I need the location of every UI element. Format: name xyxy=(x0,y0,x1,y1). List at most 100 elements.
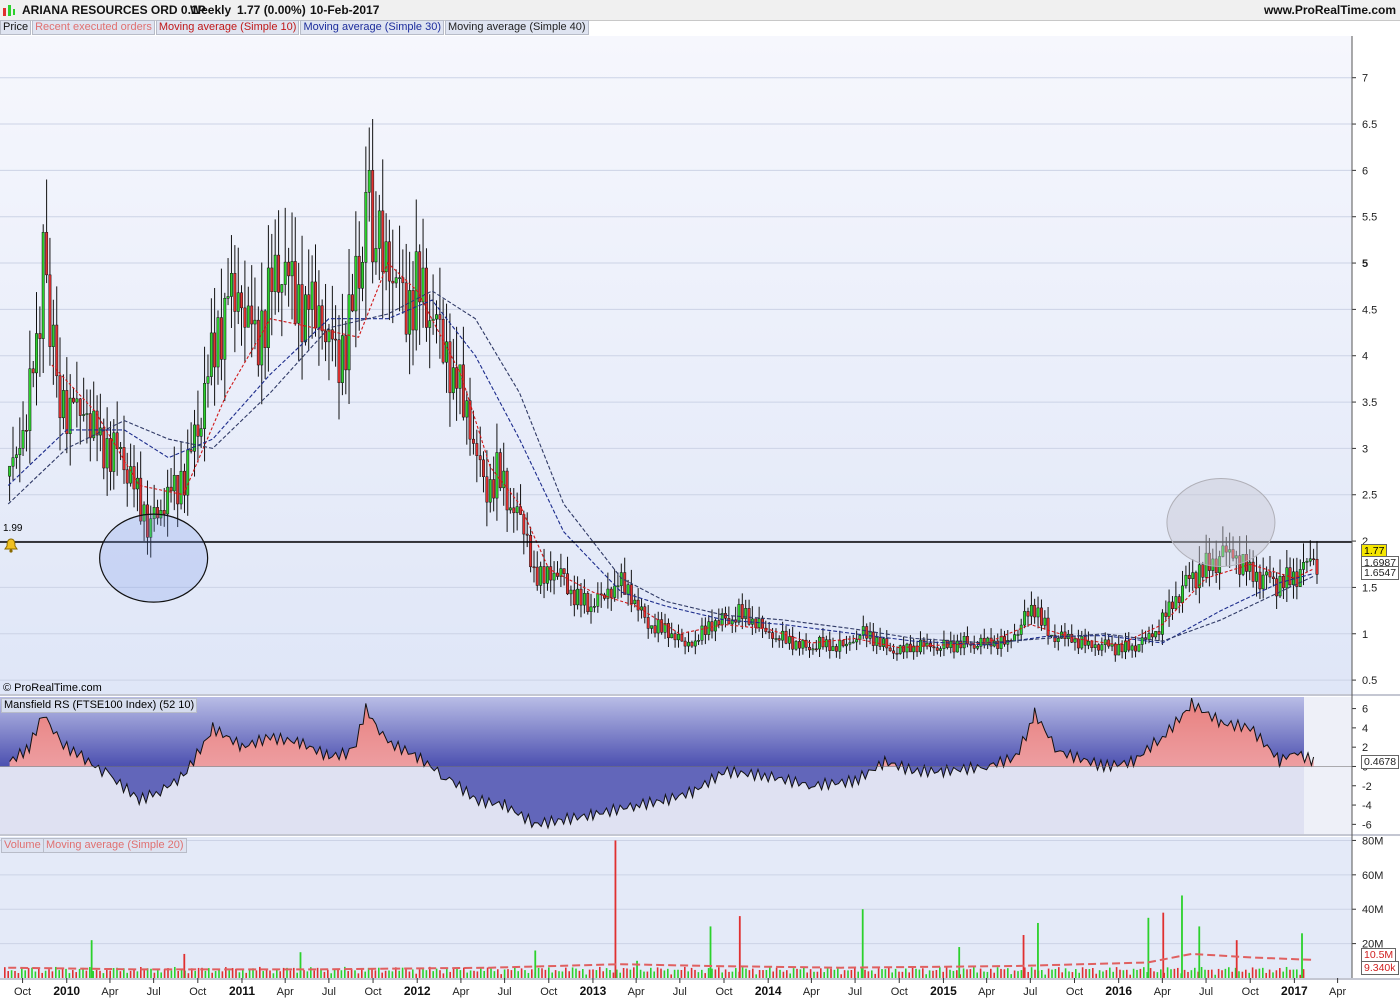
volume-bar xyxy=(183,953,186,978)
price-candle xyxy=(798,641,801,649)
volume-bar xyxy=(622,967,625,978)
volume-bar xyxy=(707,968,710,978)
price-candle xyxy=(882,638,885,647)
volume-bar xyxy=(388,970,390,978)
price-candle xyxy=(475,443,479,456)
price-candle xyxy=(51,324,55,347)
price-candle xyxy=(425,267,428,328)
price-candle xyxy=(955,640,959,653)
volume-ma-label[interactable]: Moving average (Simple 20) xyxy=(43,838,187,853)
price-candle xyxy=(777,638,781,641)
price-candle xyxy=(169,486,173,492)
price-candle xyxy=(206,376,210,384)
volume-bar xyxy=(255,970,258,978)
volume-panel-label[interactable]: Volume xyxy=(1,838,44,853)
volume-bar xyxy=(677,969,679,978)
price-candle xyxy=(85,413,89,415)
volume-bar xyxy=(847,970,849,978)
price-candle xyxy=(1090,640,1094,648)
volume-axis-tick-label: 40M xyxy=(1362,904,1383,916)
volume-bar xyxy=(1207,969,1210,978)
price-candle xyxy=(488,479,492,503)
volume-bar xyxy=(1102,971,1104,978)
volume-bar xyxy=(1153,971,1155,978)
volume-bar xyxy=(1292,969,1295,978)
alert-bell-icon[interactable] xyxy=(3,537,19,558)
volume-bar xyxy=(1061,972,1063,978)
volume-bar xyxy=(44,970,47,978)
price-candle xyxy=(932,646,936,649)
volume-bar xyxy=(928,970,931,978)
price-candle xyxy=(908,643,912,653)
volume-bar xyxy=(952,970,955,978)
volume-bar xyxy=(520,968,523,978)
volume-bar xyxy=(945,967,948,978)
rs-axis-tick-label: 2 xyxy=(1362,742,1368,754)
volume-bar xyxy=(381,972,383,978)
x-axis-tick-label: 2016 xyxy=(1105,984,1132,998)
price-candle xyxy=(478,455,482,461)
volume-bar xyxy=(497,969,499,978)
rs-panel-label[interactable]: Mansfield RS (FTSE100 Index) (52 10) xyxy=(1,698,198,713)
price-axis-tick-label: 0.5 xyxy=(1362,675,1377,687)
price-candle xyxy=(522,514,526,535)
price-candle xyxy=(1137,644,1141,652)
volume-bar xyxy=(1071,972,1074,978)
volume-bar xyxy=(690,967,693,978)
price-candle xyxy=(1026,611,1030,617)
volume-bar xyxy=(214,971,217,978)
price-candle xyxy=(1201,564,1205,578)
volume-bar xyxy=(765,969,768,978)
volume-bar xyxy=(452,967,455,978)
price-candle xyxy=(1120,643,1124,653)
price-candle xyxy=(448,341,452,394)
volume-bar xyxy=(738,916,741,978)
price-candle xyxy=(898,645,902,654)
volume-bar xyxy=(826,967,829,978)
volume-bar xyxy=(1007,968,1009,978)
volume-bar xyxy=(1268,969,1271,978)
price-candle xyxy=(1080,636,1084,649)
volume-bar xyxy=(133,969,135,978)
volume-bar xyxy=(1051,969,1053,978)
volume-bar xyxy=(1030,967,1033,978)
price-candle xyxy=(233,273,237,312)
price-candle xyxy=(55,324,59,377)
price-candle xyxy=(787,636,791,644)
volume-bar xyxy=(1231,971,1233,978)
volume-bar xyxy=(238,972,241,978)
price-candle xyxy=(589,606,593,612)
volume-bar xyxy=(833,969,836,978)
price-candle xyxy=(482,459,485,478)
volume-bar xyxy=(694,969,696,978)
volume-bar xyxy=(745,968,747,978)
x-axis-tick-label: 2014 xyxy=(755,984,782,998)
volume-bar xyxy=(956,970,958,978)
volume-bar xyxy=(1221,970,1223,978)
volume-bar xyxy=(157,970,159,978)
volume-bar xyxy=(119,971,122,978)
volume-bar xyxy=(888,967,890,978)
price-candle xyxy=(122,447,126,471)
price-candle xyxy=(307,294,311,310)
price-candle xyxy=(596,593,600,607)
volume-bar xyxy=(626,968,628,978)
volume-bar xyxy=(1129,974,1131,978)
volume-bar xyxy=(1251,967,1254,978)
price-candle xyxy=(1086,640,1090,646)
price-candle xyxy=(105,438,109,469)
volume-bar xyxy=(650,967,652,978)
x-axis-tick-label: Apr xyxy=(1154,986,1171,998)
chart-canvas[interactable]: 0.511.522.533.544.555.566.57-6-4-2024620… xyxy=(0,0,1400,1000)
volume-bar xyxy=(1166,967,1169,978)
volume-bar xyxy=(571,967,574,978)
volume-bar xyxy=(1194,967,1196,978)
volume-bar xyxy=(864,969,866,978)
volume-bar xyxy=(136,971,139,978)
volume-bar xyxy=(534,950,537,978)
price-axis-tick-label: 3.5 xyxy=(1362,397,1377,409)
price-candle xyxy=(532,566,536,569)
volume-bar xyxy=(898,971,900,978)
volume-bar xyxy=(95,969,98,978)
price-candle xyxy=(774,638,778,640)
